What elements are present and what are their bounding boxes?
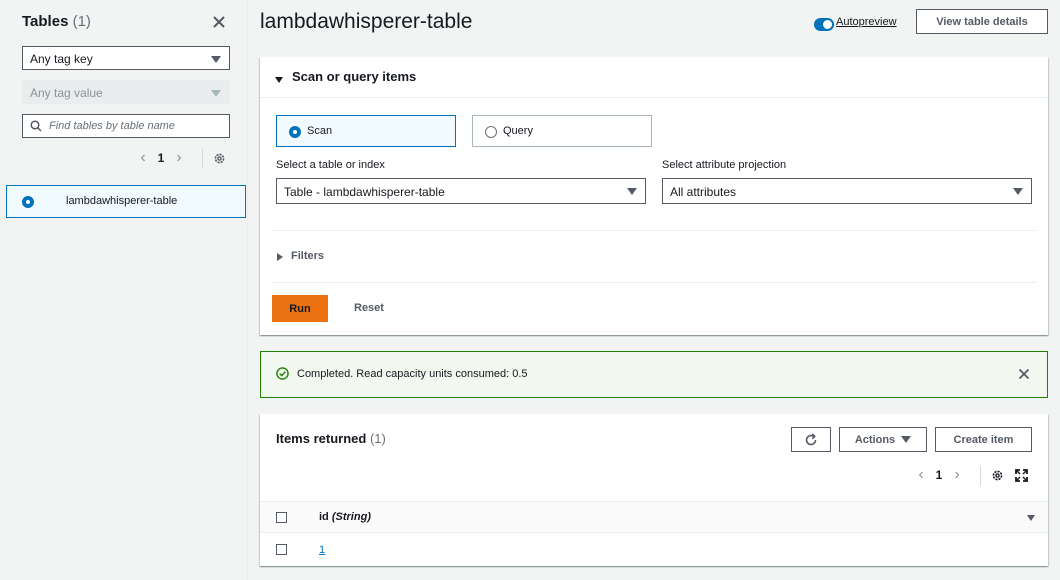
sidebar-item-table[interactable]: lambdawhisperer-table [6, 185, 246, 218]
items-count: (1) [369, 431, 386, 446]
chevron-down-icon [211, 56, 221, 63]
column-name: id [319, 511, 329, 523]
sidebar-table-count: (1) [72, 13, 91, 30]
page-number[interactable]: 1 [150, 151, 172, 165]
items-title-text: Items returned [276, 431, 367, 446]
gear-icon[interactable] [991, 469, 1004, 482]
filters-toggle[interactable]: Filters [291, 250, 324, 262]
success-flash: Completed. Read capacity units consumed:… [260, 351, 1048, 398]
actions-label: Actions [854, 433, 896, 446]
chevron-down-icon [211, 90, 221, 97]
autopreview-label[interactable]: Autopreview [836, 16, 897, 28]
scan-mode-label: Scan [307, 125, 333, 137]
chevron-right-icon[interactable]: › [172, 150, 186, 166]
tag-value-select: Any tag value [22, 80, 230, 104]
scan-panel-title[interactable]: Scan or query items [292, 69, 416, 84]
create-item-label: Create item [953, 433, 1014, 446]
sidebar-pagination: ‹ 1 › [136, 150, 186, 166]
chevron-left-icon[interactable]: ‹ [136, 150, 150, 166]
run-button-label: Run [289, 302, 311, 315]
success-check-icon [276, 367, 289, 380]
close-icon[interactable] [1018, 368, 1030, 380]
chevron-left-icon[interactable]: ‹ [914, 467, 928, 483]
view-table-details-button[interactable]: View table details [916, 9, 1048, 34]
radio-unselected-icon[interactable] [485, 126, 497, 138]
reset-button[interactable]: Reset [354, 302, 384, 314]
actions-dropdown[interactable]: Actions [839, 427, 927, 452]
tag-key-select[interactable]: Any tag key [22, 46, 230, 70]
chevron-down-icon [627, 188, 637, 195]
caret-right-icon[interactable] [277, 253, 283, 261]
sort-icon[interactable] [1027, 515, 1035, 521]
divider [272, 230, 1036, 231]
tables-sidebar: Tables (1) Any tag key Any tag value Fin… [0, 0, 248, 580]
table-header-row [260, 501, 1048, 533]
chevron-down-icon [1013, 188, 1023, 195]
page-number[interactable]: 1 [928, 468, 950, 482]
autopreview-toggle[interactable] [814, 18, 834, 31]
refresh-icon [805, 432, 817, 445]
caret-down-icon[interactable] [275, 77, 283, 83]
radio-selected-icon[interactable] [22, 196, 34, 208]
items-title: Items returned (1) [276, 431, 386, 446]
scan-mode-tile[interactable]: Scan [276, 115, 456, 147]
table-index-select[interactable]: Table - lambdawhisperer-table [276, 178, 646, 204]
chevron-right-icon[interactable]: › [950, 467, 964, 483]
table-search-input[interactable]: Find tables by table name [22, 114, 230, 138]
table-index-label: Select a table or index [276, 159, 385, 171]
sidebar-title: Tables (1) [22, 13, 91, 30]
column-header-id[interactable]: id (String) [319, 511, 371, 523]
page-title: lambdawhisperer-table [260, 10, 473, 33]
items-pagination: ‹ 1 › [914, 467, 964, 483]
sidebar-title-text: Tables [22, 13, 69, 30]
table-index-value: Table - lambdawhisperer-table [284, 185, 445, 199]
divider [260, 97, 1048, 98]
search-placeholder: Find tables by table name [49, 120, 175, 132]
projection-label: Select attribute projection [662, 159, 787, 171]
refresh-button[interactable] [791, 427, 831, 452]
query-mode-tile[interactable]: Query [472, 115, 652, 147]
view-table-details-label: View table details [936, 15, 1028, 28]
select-all-checkbox[interactable] [276, 512, 287, 523]
flash-message: Completed. Read capacity units consumed:… [297, 368, 528, 380]
column-type: (String) [331, 511, 371, 523]
run-button[interactable]: Run [272, 295, 328, 322]
gear-icon[interactable] [213, 152, 226, 165]
item-id-link[interactable]: 1 [319, 544, 325, 556]
divider [202, 148, 203, 168]
divider [272, 282, 1036, 283]
projection-select[interactable]: All attributes [662, 178, 1032, 204]
query-mode-label: Query [503, 125, 533, 137]
create-item-button[interactable]: Create item [935, 427, 1032, 452]
tag-value-select-value: Any tag value [30, 86, 103, 100]
search-icon [30, 120, 42, 132]
tag-key-select-value: Any tag key [30, 52, 93, 66]
fullscreen-icon[interactable] [1015, 469, 1028, 482]
divider [980, 466, 981, 486]
radio-selected-icon[interactable] [289, 126, 301, 138]
row-checkbox[interactable] [276, 544, 287, 555]
close-icon[interactable] [211, 14, 227, 30]
caret-down-icon [901, 436, 912, 443]
projection-value: All attributes [670, 185, 737, 199]
sidebar-item-label: lambdawhisperer-table [66, 195, 178, 207]
